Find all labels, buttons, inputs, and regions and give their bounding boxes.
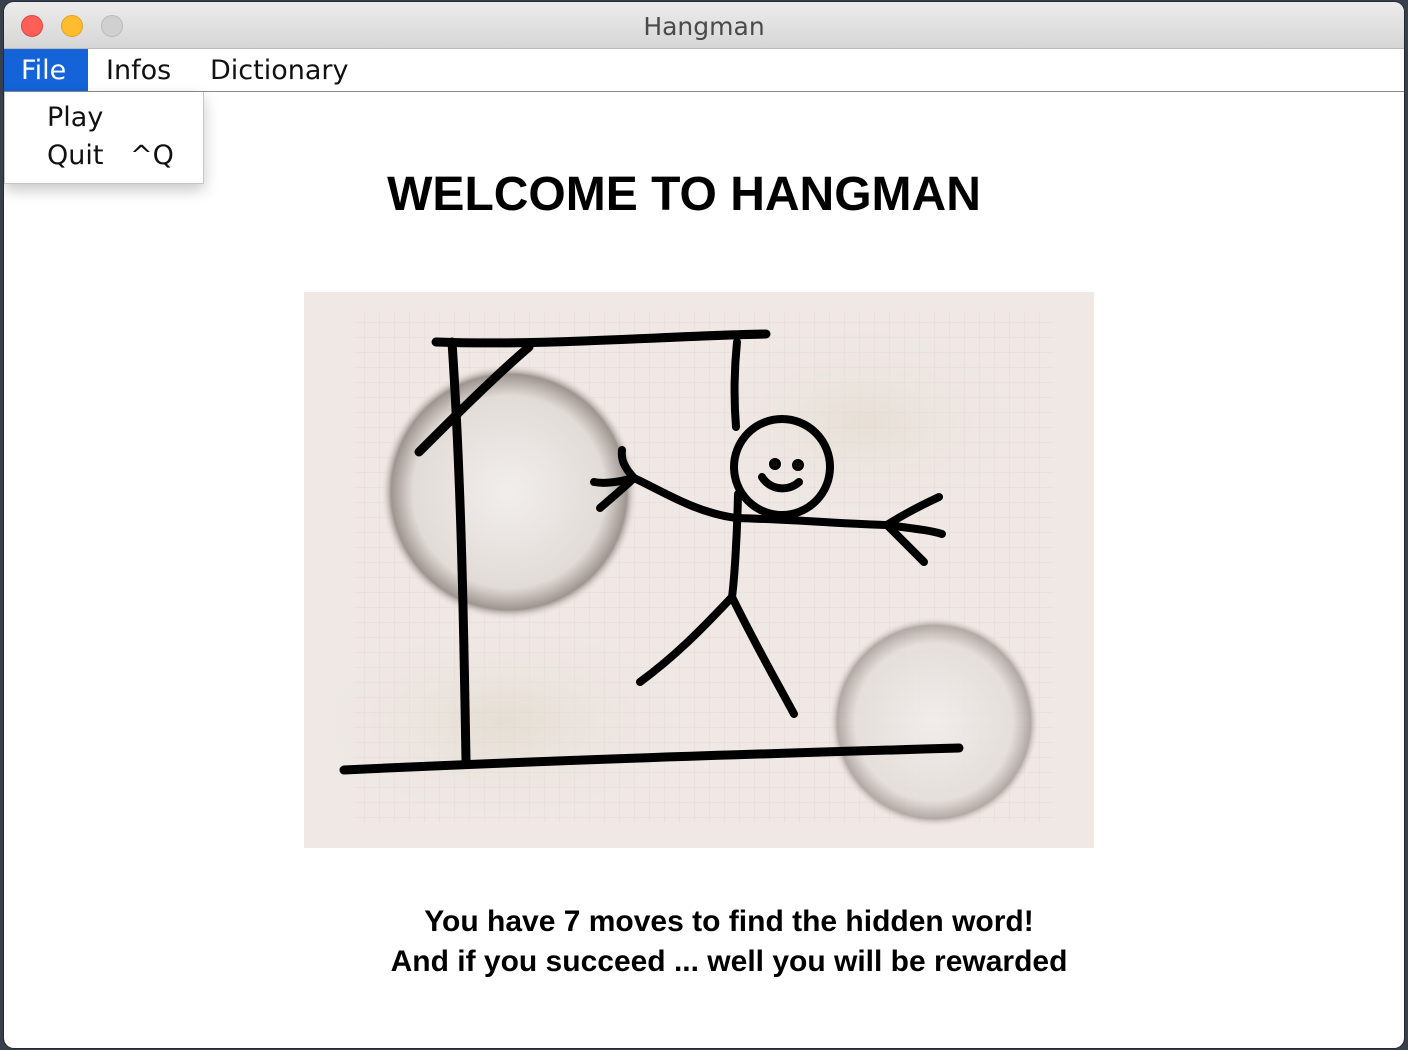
title-bar[interactable]: Hangman — [4, 2, 1404, 49]
menu-item-quit[interactable]: Quit ^Q — [47, 140, 174, 171]
instructions-line-1: You have 7 moves to find the hidden word… — [424, 905, 1034, 938]
menu-file[interactable]: File — [4, 49, 88, 91]
instructions-line-2: And if you succeed ... well you will be … — [390, 945, 1068, 978]
menu-item-play-label: Play — [47, 102, 104, 133]
app-window: Hangman File Infos Dictionary WELCOME TO… — [4, 2, 1404, 1048]
hangman-illustration — [304, 292, 1094, 848]
file-menu-dropdown: Play Quit ^Q — [4, 92, 204, 184]
menu-infos[interactable]: Infos — [89, 49, 188, 91]
menu-item-play[interactable]: Play — [47, 102, 103, 133]
quit-shortcut: ^Q — [130, 140, 174, 171]
menu-bar: File Infos Dictionary — [4, 49, 1404, 92]
menu-item-quit-label: Quit — [47, 140, 104, 171]
menu-dictionary[interactable]: Dictionary — [193, 49, 365, 91]
welcome-heading: WELCOME TO HANGMAN — [387, 168, 981, 221]
instructions-text: You have 7 moves to find the hidden word… — [4, 902, 1404, 982]
window-title: Hangman — [643, 12, 765, 41]
